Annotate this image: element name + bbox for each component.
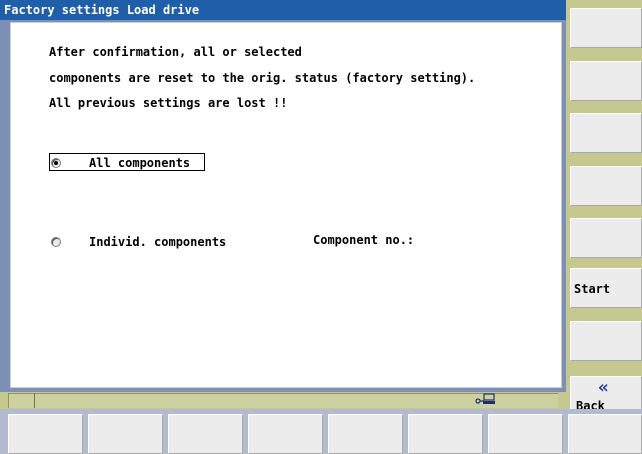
dialog-content: After confirmation, all or selected comp… [10,22,562,388]
radio-all-components[interactable] [51,158,61,168]
component-no-label: Component no.: [313,233,415,247]
softkey-v4[interactable] [570,166,642,206]
message-line-2: components are reset to the orig. status… [49,71,476,85]
option-all-components[interactable]: All components [51,156,190,170]
start-button[interactable]: Start [570,268,642,308]
softkey-h2[interactable] [88,414,163,454]
option-individual-components[interactable]: Individ. components [51,235,226,249]
horizontal-softkey-bar [0,409,642,454]
vertical-softkey-bar: Start « Back [566,0,642,416]
softkey-v2[interactable] [570,61,642,101]
softkey-h4[interactable] [248,414,323,454]
option-all-label: All components [89,156,191,170]
softkey-h7[interactable] [488,414,563,454]
status-bar [0,392,566,409]
double-chevron-left-icon: « [598,377,609,398]
softkey-v1[interactable] [570,8,642,48]
softkey-h3[interactable] [168,414,243,454]
radio-individual-components[interactable] [51,237,61,247]
softkey-h5[interactable] [328,414,403,454]
softkey-h6[interactable] [408,414,483,454]
softkey-h8[interactable] [568,414,642,454]
softkey-v7[interactable] [570,321,642,361]
message-line-3: All previous settings are lost !! [49,96,288,110]
start-button-label: Start [574,282,611,296]
message-line-1: After confirmation, all or selected [49,45,302,59]
softkey-h1[interactable] [8,414,83,454]
softkey-v3[interactable] [570,113,642,153]
softkey-v5[interactable] [570,218,642,258]
network-drive-icon [475,392,497,409]
option-individual-label: Individ. components [89,235,227,249]
status-divider [34,393,35,408]
factory-settings-dialog: Factory settings Load drive After confir… [0,0,566,392]
dialog-title: Factory settings Load drive [0,0,566,20]
